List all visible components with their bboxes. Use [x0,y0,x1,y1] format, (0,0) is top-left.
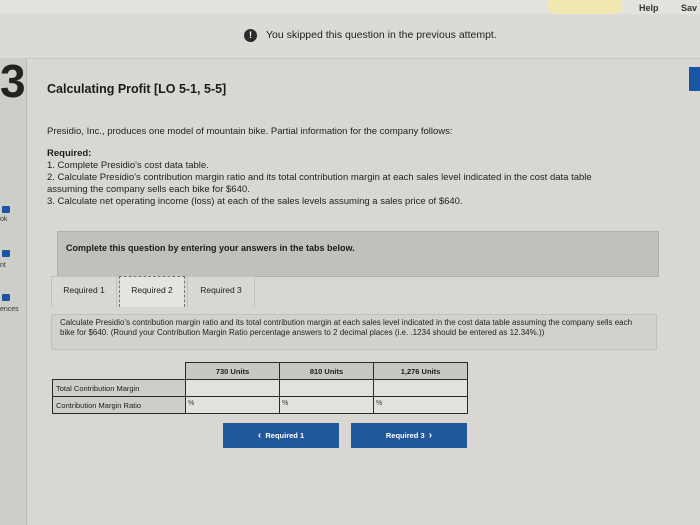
tab-content: Calculate Presidio's contribution margin… [51,314,657,350]
question-marker [689,67,700,91]
rail-item-label[interactable]: ok [0,216,7,223]
cell-input[interactable] [189,381,276,395]
row-label: Total Contribution Margin [52,379,186,397]
total-cm-input-810[interactable] [279,379,374,397]
rail-item-label[interactable]: ences [0,306,19,313]
rail-references-icon[interactable] [2,294,10,301]
prev-button-label: Required 1 [265,431,305,440]
table-row: Contribution Margin Ratio % % % [52,396,468,414]
skipped-notice: ! You skipped this question in the previ… [0,14,700,59]
total-cm-input-730[interactable] [185,379,280,397]
top-bar: Help Sav [0,0,700,18]
tab-required-2[interactable]: Required 2 [119,276,185,307]
answer-table: 730 Units 810 Units 1,276 Units Total Co… [52,362,468,414]
chevron-right-icon: › [428,430,433,441]
next-button-label: Required 3 [385,431,425,440]
tab-bar: Required 1 Required 2 Required 3 [51,276,657,310]
next-required-button[interactable]: Required 3 › [351,423,467,448]
required-line: 3. Calculate net operating income (loss)… [47,196,463,207]
cell-input[interactable] [377,381,464,395]
required-line: 1. Complete Presidio's cost data table. [47,160,209,171]
percent-sign: % [188,400,195,407]
left-rail [0,58,27,525]
notice-text: You skipped this question in the previou… [266,29,497,41]
alert-icon: ! [244,29,257,42]
required-line: assuming the company sells each bike for… [47,184,250,195]
rail-book-icon[interactable] [2,206,10,213]
chevron-left-icon: ‹ [257,430,262,441]
total-cm-input-1276[interactable] [373,379,468,397]
column-header: 730 Units [185,362,280,380]
table-row: Total Contribution Margin [52,379,468,397]
cell-input[interactable] [294,398,370,412]
percent-sign: % [282,400,289,407]
help-link[interactable]: Help [639,3,659,13]
rail-print-icon[interactable] [2,250,10,257]
tab-required-3[interactable]: Required 3 [187,276,255,307]
required-line: 2. Calculate Presidio's contribution mar… [47,172,592,183]
prev-required-button[interactable]: ‹ Required 1 [223,423,339,448]
rail-item-label[interactable]: nt [0,262,6,269]
question-intro: Presidio, Inc., produces one model of mo… [47,126,453,137]
cm-ratio-input-730[interactable]: % [185,396,280,414]
column-header: 810 Units [279,362,374,380]
cell-input[interactable] [283,381,370,395]
instructions-box: Complete this question by entering your … [57,231,659,277]
cm-ratio-input-1276[interactable]: % [373,396,468,414]
save-link[interactable]: Sav [681,3,697,13]
tab-required-1[interactable]: Required 1 [51,276,117,307]
question-title: Calculating Profit [LO 5-1, 5-5] [47,82,227,96]
row-label: Contribution Margin Ratio [52,396,186,414]
column-header: 1,276 Units [373,362,468,380]
required-heading: Required: [47,148,92,159]
percent-sign: % [376,400,383,407]
cell-input[interactable] [388,398,464,412]
tab-content-text: Calculate Presidio's contribution margin… [60,318,633,337]
table-header-row: 730 Units 810 Units 1,276 Units [53,362,468,380]
cm-ratio-input-810[interactable]: % [279,396,374,414]
cell-input[interactable] [200,398,276,412]
instructions-text: Complete this question by entering your … [66,243,355,253]
question-number: 3 [0,55,26,107]
